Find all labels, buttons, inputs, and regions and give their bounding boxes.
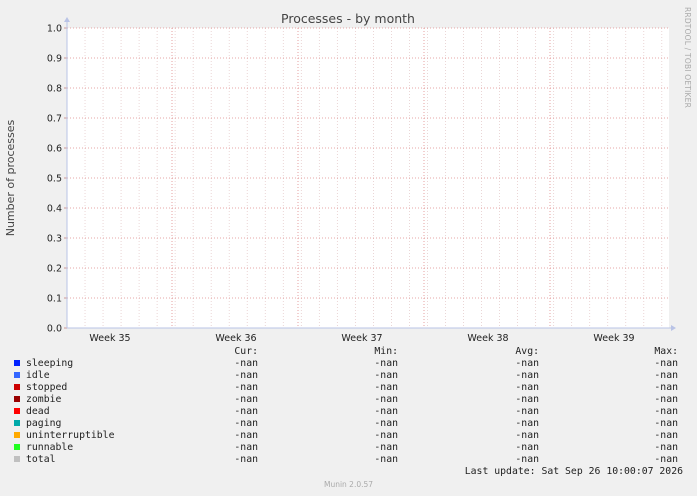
legend-swatch — [14, 432, 20, 438]
legend-header-cur: Cur: — [234, 346, 258, 357]
legend-value-cur: -nan — [234, 418, 258, 429]
legend-header: Cur: Min: Avg: Max: — [14, 346, 694, 358]
legend-series-name: uninterruptible — [26, 430, 115, 441]
legend-value-max: -nan — [654, 394, 678, 405]
legend-row: runnable -nan -nan -nan -nan — [14, 442, 694, 454]
legend-value-cur: -nan — [234, 394, 258, 405]
y-tick-label: 0.4 — [47, 204, 62, 215]
legend-row: total -nan -nan -nan -nan — [14, 454, 694, 466]
legend-swatch — [14, 420, 20, 426]
legend-value-max: -nan — [654, 454, 678, 465]
y-tick-label: 0.2 — [47, 264, 62, 275]
legend-value-max: -nan — [654, 382, 678, 393]
x-tick-label: Week 35 — [89, 333, 130, 344]
legend-header-min: Min: — [374, 346, 398, 357]
legend-series-name: stopped — [26, 382, 68, 393]
x-axis-arrow — [671, 325, 676, 331]
chart: Processes - by month Number of processes… — [4, 7, 692, 344]
x-tick-label: Week 37 — [341, 333, 382, 344]
x-ticks: Week 35 Week 36 Week 37 Week 38 Week 39 — [89, 333, 634, 344]
legend-value-min: -nan — [374, 394, 398, 405]
legend-row: uninterruptible -nan -nan -nan -nan — [14, 430, 694, 442]
legend-value-min: -nan — [374, 406, 398, 417]
chart-title: Processes - by month — [281, 11, 415, 26]
legend-swatch — [14, 372, 20, 378]
legend-value-cur: -nan — [234, 406, 258, 417]
legend-series-name: idle — [26, 370, 50, 381]
legend-value-avg: -nan — [515, 382, 539, 393]
y-tick-label: 1.0 — [47, 24, 62, 35]
legend-value-max: -nan — [654, 418, 678, 429]
legend-value-max: -nan — [654, 406, 678, 417]
legend-value-avg: -nan — [515, 406, 539, 417]
footer-version: Munin 2.0.57 — [323, 480, 374, 489]
legend-value-cur: -nan — [234, 430, 258, 441]
legend-row: paging -nan -nan -nan -nan — [14, 418, 694, 430]
legend-swatch — [14, 444, 20, 450]
legend-value-max: -nan — [654, 442, 678, 453]
y-tick-label: 0.6 — [47, 144, 62, 155]
legend-value-min: -nan — [374, 430, 398, 441]
legend-value-min: -nan — [374, 370, 398, 381]
legend-series-name: dead — [26, 406, 50, 417]
legend-swatch — [14, 384, 20, 390]
y-tick-label: 0.1 — [47, 294, 62, 305]
legend-value-min: -nan — [374, 382, 398, 393]
y-tick-label: 0.3 — [47, 234, 62, 245]
y-tick-label: 0.9 — [47, 54, 62, 65]
legend-swatch — [14, 396, 20, 402]
legend: Cur: Min: Avg: Max: sleeping -nan -nan -nan… — [14, 346, 694, 466]
x-tick-label: Week 36 — [215, 333, 256, 344]
legend-value-avg: -nan — [515, 358, 539, 369]
y-tick-label: 0.8 — [47, 84, 62, 95]
legend-series-name: runnable — [26, 442, 74, 453]
y-tick-label: 0.0 — [47, 324, 62, 335]
legend-value-avg: -nan — [515, 370, 539, 381]
legend-value-avg: -nan — [515, 442, 539, 453]
legend-value-avg: -nan — [515, 418, 539, 429]
legend-value-cur: -nan — [234, 442, 258, 453]
legend-value-cur: -nan — [234, 370, 258, 381]
legend-value-cur: -nan — [234, 382, 258, 393]
legend-value-cur: -nan — [234, 454, 258, 465]
legend-swatch — [14, 408, 20, 414]
legend-value-avg: -nan — [515, 454, 539, 465]
legend-swatch — [14, 456, 20, 462]
y-axis-label: Number of processes — [4, 119, 17, 236]
legend-series-name: total — [26, 454, 56, 465]
legend-row: sleeping -nan -nan -nan -nan — [14, 358, 694, 370]
legend-value-avg: -nan — [515, 430, 539, 441]
legend-row: idle -nan -nan -nan -nan — [14, 370, 694, 382]
legend-row: zombie -nan -nan -nan -nan — [14, 394, 694, 406]
legend-value-avg: -nan — [515, 394, 539, 405]
legend-series-name: zombie — [26, 394, 62, 405]
x-tick-label: Week 39 — [593, 333, 634, 344]
legend-value-max: -nan — [654, 370, 678, 381]
legend-series-name: sleeping — [26, 358, 74, 369]
legend-row: stopped -nan -nan -nan -nan — [14, 382, 694, 394]
y-tick-label: 0.7 — [47, 114, 62, 125]
legend-value-cur: -nan — [234, 358, 258, 369]
y-tick-label: 0.5 — [47, 174, 62, 185]
legend-value-min: -nan — [374, 454, 398, 465]
legend-header-max: Max: — [654, 346, 678, 357]
legend-header-avg: Avg: — [515, 346, 539, 357]
legend-series-name: paging — [26, 418, 62, 429]
y-ticks: 0.0 0.1 0.2 0.3 0.4 0.5 0.6 0.7 0.8 0.9 1.0 — [47, 24, 67, 335]
y-axis-arrow — [64, 17, 70, 22]
legend-value-min: -nan — [374, 442, 398, 453]
x-tick-label: Week 38 — [467, 333, 508, 344]
legend-value-max: -nan — [654, 430, 678, 441]
last-update: Last update: Sat Sep 26 10:00:07 2026 — [464, 466, 683, 477]
legend-row: dead -nan -nan -nan -nan — [14, 406, 694, 418]
legend-value-min: -nan — [374, 418, 398, 429]
legend-value-max: -nan — [654, 358, 678, 369]
rrdtool-credit: RRDTOOL / TOBI OETIKER — [683, 7, 692, 108]
legend-value-min: -nan — [374, 358, 398, 369]
legend-swatch — [14, 360, 20, 366]
